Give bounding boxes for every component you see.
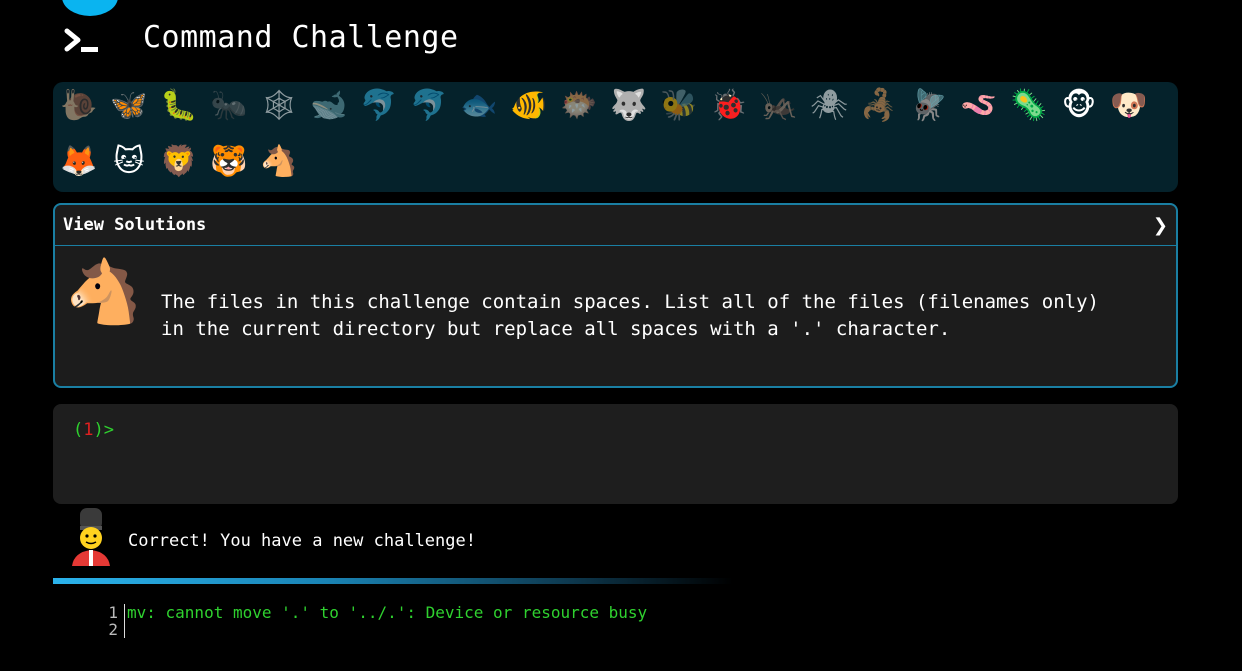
horse-icon: 🐴	[65, 255, 143, 328]
scorpion-icon[interactable]: 🦂	[859, 86, 899, 126]
solutions-panel: View Solutions ❯ 🐴 The files in this cha…	[53, 203, 1178, 388]
caterpillar-icon[interactable]: 🐛	[159, 86, 199, 126]
terminal-prompt: (1)>	[73, 420, 114, 440]
wolf-icon[interactable]: 🐺	[609, 86, 649, 126]
snail-icon[interactable]: 🐌	[59, 86, 99, 126]
fish-icon[interactable]: 🐟	[459, 86, 499, 126]
whale-icon[interactable]: 🐋	[309, 86, 349, 126]
blowfish-icon[interactable]: 🐡	[559, 86, 599, 126]
cat-icon[interactable]: 🐱	[109, 142, 149, 182]
status-message: Correct! You have a new challenge!	[128, 531, 476, 551]
ladybug-icon[interactable]: 🐞	[709, 86, 749, 126]
view-solutions-toggle[interactable]: View Solutions ❯	[55, 205, 1176, 246]
cricket-icon[interactable]: 🦗	[759, 86, 799, 126]
tropical-fish-icon[interactable]: 🐠	[509, 86, 549, 126]
challenge-icon-bar: 🐌 🦋 🐛 🐜 🕸 🐋 🐬 🐬 🐟 🐠 🐡 🐺 🐝 🐞 🦗 🕷 🦂 🪰 🪱 🦠 🐵 🐶 🦊 🐱 🦁 🐯 🐴	[53, 82, 1178, 192]
prompt-close: )>	[93, 420, 114, 440]
fox-icon[interactable]: 🦊	[59, 142, 99, 182]
page-title: Command Challenge	[143, 20, 459, 55]
line-gutter: 1 2	[80, 604, 125, 638]
microbe-icon[interactable]: 🦠	[1009, 86, 1049, 126]
guard-avatar-icon	[72, 508, 110, 566]
chevron-right-icon: ❯	[1152, 214, 1168, 236]
view-solutions-label: View Solutions	[63, 215, 207, 235]
worm-icon[interactable]: 🪱	[959, 86, 999, 126]
horse-icon[interactable]: 🐴	[259, 142, 299, 182]
output-text: mv: cannot move '.' to '../.': Device or…	[127, 603, 648, 622]
bee-icon[interactable]: 🐝	[659, 86, 699, 126]
fly-icon[interactable]: 🪰	[909, 86, 949, 126]
prompt-number: 1	[83, 420, 94, 440]
logo-accent	[62, 0, 118, 16]
spider-icon[interactable]: 🕷	[809, 86, 849, 126]
progress-divider	[53, 578, 733, 584]
challenge-description: The files in this challenge contain spac…	[161, 291, 1099, 340]
dolphin-icon[interactable]: 🐬	[409, 86, 449, 126]
dolphin-icon[interactable]: 🐬	[359, 86, 399, 126]
terminal-icon[interactable]	[64, 27, 102, 55]
tiger-icon[interactable]: 🐯	[209, 142, 249, 182]
prompt-open: (	[73, 420, 84, 440]
line-number: 1	[108, 603, 118, 622]
monkey-icon[interactable]: 🐵	[1059, 86, 1099, 126]
terminal-input[interactable]: (1)>	[53, 404, 1178, 504]
header: Command Challenge	[0, 0, 1242, 80]
ant-icon[interactable]: 🐜	[209, 86, 249, 126]
lion-icon[interactable]: 🦁	[159, 142, 199, 182]
dog-icon[interactable]: 🐶	[1109, 86, 1149, 126]
butterfly-icon[interactable]: 🦋	[109, 86, 149, 126]
line-number: 2	[108, 620, 118, 639]
spider-web-icon[interactable]: 🕸	[259, 86, 299, 126]
